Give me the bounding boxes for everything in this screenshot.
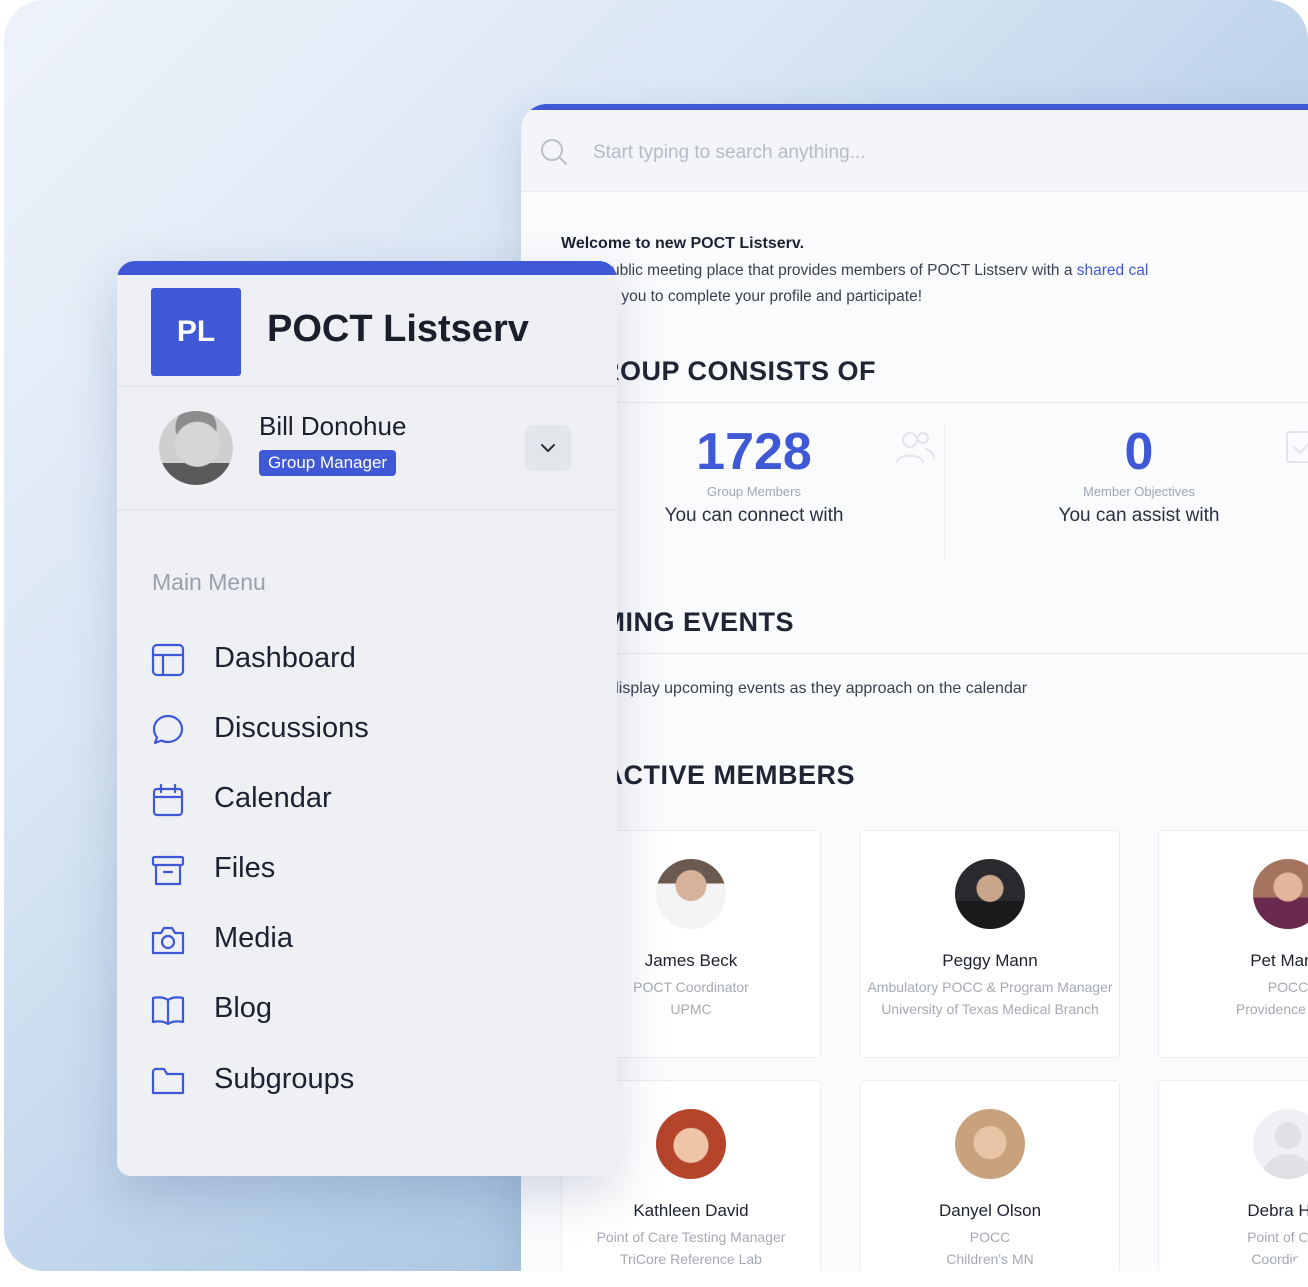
stat-group-members: 1728 Group Members You can connect with: [604, 422, 904, 527]
book-icon: [151, 996, 185, 1026]
member-card[interactable]: Debra Hov Point of Care Coordinator: [1158, 1080, 1308, 1271]
stat-label: Member Objectives: [1083, 484, 1195, 499]
group-name[interactable]: POCT Listserv: [267, 308, 529, 351]
sidebar-item-blog[interactable]: Blog: [150, 986, 550, 1032]
welcome-text-body: e is a public meeting place that provide…: [561, 262, 1077, 279]
member-org: University of Texas Medical Branch: [881, 1001, 1099, 1017]
group-logo[interactable]: PL: [151, 288, 241, 376]
avatar: [955, 1109, 1025, 1179]
camera-icon: [151, 926, 185, 955]
member-role: POCC: [969, 1229, 1011, 1245]
sidebar-item-dashboard[interactable]: Dashboard: [150, 636, 550, 682]
sidebar-item-subgroups[interactable]: Subgroups: [150, 1057, 550, 1103]
user-menu-dropdown[interactable]: [525, 425, 571, 471]
member-org: TriCore Reference Lab: [620, 1251, 762, 1267]
role-badge: Group Manager: [259, 450, 397, 476]
background-panel: Welcome to new POCT Listserv. e is a pub…: [4, 0, 1308, 1271]
users-icon: [896, 432, 935, 464]
divider: [561, 653, 1308, 654]
stat-value: 1728: [696, 423, 812, 481]
member-name[interactable]: Kathleen David: [562, 1201, 820, 1221]
member-card[interactable]: Danyel Olson POCC Children's MN: [860, 1080, 1120, 1271]
sidebar-item-media[interactable]: Media: [150, 916, 550, 962]
sidebar-item-label: Media: [214, 922, 293, 954]
sidebar-item-calendar[interactable]: Calendar: [150, 776, 550, 822]
sidebar-item-label: Subgroups: [214, 1063, 355, 1095]
sidebar-item-label: Dashboard: [214, 642, 356, 674]
member-name[interactable]: Peggy Mann: [861, 951, 1119, 971]
stat-sub[interactable]: You can assist with: [989, 505, 1289, 527]
user-name[interactable]: Bill Donohue: [259, 411, 406, 442]
chat-bubble-icon: [152, 714, 184, 745]
member-role: Point of Care: [1247, 1229, 1308, 1245]
sidebar-panel: PL POCT Listserv Bill Donohue Group Mana…: [117, 261, 617, 1176]
search-icon[interactable]: [539, 137, 569, 167]
stat-label: Group Members: [707, 484, 801, 499]
member-name[interactable]: Danyel Olson: [861, 1201, 1119, 1221]
dashboard-panel: Welcome to new POCT Listserv. e is a pub…: [521, 104, 1308, 1271]
member-role: Point of Care Testing Manager: [596, 1229, 786, 1245]
check-square-icon: [1286, 431, 1308, 463]
welcome-title: Welcome to new POCT Listserv.: [561, 235, 805, 252]
member-card[interactable]: Peggy Mann Ambulatory POCC & Program Man…: [860, 830, 1120, 1058]
avatar: [1253, 859, 1308, 929]
member-card[interactable]: Pet Manic POCC Providence Medi: [1158, 830, 1308, 1058]
member-org: Coordinator: [1251, 1251, 1308, 1267]
sidebar-item-label: Calendar: [214, 782, 332, 814]
chevron-down-icon: [541, 444, 555, 452]
sidebar-item-label: Discussions: [214, 712, 369, 744]
stat-sub[interactable]: You can connect with: [604, 505, 904, 527]
archive-box-icon: [151, 855, 185, 886]
sidebar-brand: PL POCT Listserv: [117, 275, 617, 387]
welcome-text: e is a public meeting place that provide…: [561, 262, 1148, 280]
search-bar: [521, 110, 1308, 192]
stat-value: 0: [1124, 423, 1154, 481]
sidebar-item-label: Blog: [214, 992, 273, 1024]
avatar: [955, 859, 1025, 929]
divider: [561, 402, 1308, 403]
member-role: POCC: [1267, 979, 1308, 995]
sidebar-item-discussions[interactable]: Discussions: [150, 706, 550, 752]
avatar: [1253, 1109, 1308, 1179]
stat-member-objectives: 0 Member Objectives You can assist with: [989, 422, 1289, 527]
member-name[interactable]: Debra Hov: [1159, 1201, 1308, 1221]
stat-divider: [944, 422, 945, 562]
main-menu-heading: Main Menu: [152, 569, 266, 595]
events-empty-text: ea will display upcoming events as they …: [561, 680, 1028, 697]
dashboard-icon: [151, 643, 185, 677]
avatar[interactable]: [159, 411, 233, 485]
calendar-icon: [152, 783, 184, 817]
search-input[interactable]: [593, 136, 1193, 170]
avatar: [656, 1109, 726, 1179]
shared-calendar-link[interactable]: shared cal: [1077, 262, 1149, 279]
sidebar-accent-bar: [117, 261, 617, 275]
member-org: Children's MN: [946, 1251, 1034, 1267]
member-role: Ambulatory POCC & Program Manager: [867, 979, 1113, 995]
folder-icon: [151, 1067, 185, 1095]
member-name[interactable]: Pet Manic: [1159, 951, 1308, 971]
sidebar-item-files[interactable]: Files: [150, 846, 550, 892]
user-profile: Bill Donohue Group Manager: [117, 389, 617, 511]
avatar: [656, 859, 726, 929]
member-org: Providence Medi: [1235, 1001, 1308, 1017]
sidebar-item-label: Files: [214, 852, 276, 884]
